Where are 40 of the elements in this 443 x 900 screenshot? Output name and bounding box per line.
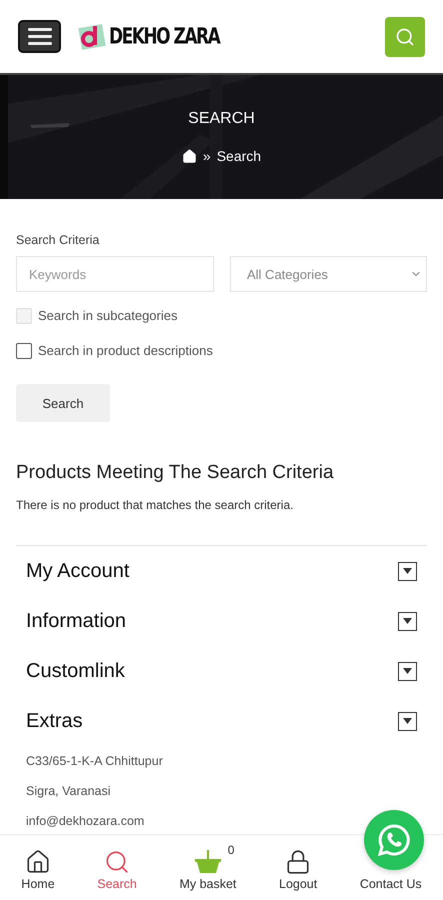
expand-toggle[interactable] bbox=[398, 662, 417, 680]
results-message: There is no product that matches the search criteria. bbox=[16, 498, 294, 512]
search-icon bbox=[395, 26, 415, 46]
page-title: SEARCH bbox=[188, 110, 255, 128]
expand-toggle[interactable] bbox=[398, 612, 417, 630]
nav-item[interactable]: Logout bbox=[279, 849, 318, 891]
checkbox[interactable] bbox=[16, 342, 32, 358]
expand-toggle[interactable] bbox=[398, 712, 417, 730]
section-title[interactable]: Information bbox=[26, 610, 126, 632]
triangle-down-icon bbox=[403, 618, 412, 624]
triangle-down-icon bbox=[403, 718, 412, 724]
breadcrumb-separator: » bbox=[202, 148, 211, 164]
nav-item[interactable]: Search bbox=[97, 849, 137, 891]
menu-button[interactable] bbox=[18, 20, 61, 53]
checkbox-label: Search in product descriptions bbox=[38, 343, 213, 358]
category-select[interactable]: All Categories bbox=[230, 256, 427, 292]
address-line: Sigra, Varanasi bbox=[26, 783, 111, 800]
form-label: Search Criteria bbox=[16, 233, 100, 247]
keywords-field[interactable]: Keywords bbox=[16, 256, 214, 292]
home-icon bbox=[24, 849, 51, 875]
lock-icon bbox=[285, 849, 312, 875]
expand-toggle[interactable] bbox=[398, 562, 417, 580]
basket-count: 0 bbox=[228, 843, 234, 857]
nav-item[interactable]: Contact Us bbox=[360, 877, 422, 891]
address-line: C33/65-1-K-A Chhittupur bbox=[26, 753, 163, 770]
checkbox-label: Search in subcategories bbox=[38, 308, 178, 323]
search-icon bbox=[104, 849, 130, 875]
section-title[interactable]: My Account bbox=[26, 560, 130, 582]
address-line: info@dekhozara.com bbox=[26, 813, 144, 830]
triangle-down-icon bbox=[403, 668, 412, 674]
basket-icon bbox=[192, 849, 223, 875]
section-title[interactable]: Extras bbox=[26, 710, 83, 732]
nav-item[interactable]: Home bbox=[21, 849, 55, 891]
triangle-down-icon bbox=[403, 568, 412, 574]
breadcrumb-item[interactable]: Search bbox=[216, 148, 262, 164]
results-heading: Products Meeting The Search Criteria bbox=[16, 462, 335, 484]
brand-name: DEKHO ZARA bbox=[109, 24, 220, 50]
chat-icon bbox=[377, 823, 411, 857]
search-submit-button[interactable]: Search bbox=[16, 384, 110, 422]
section-title[interactable]: Customlink bbox=[26, 660, 125, 682]
